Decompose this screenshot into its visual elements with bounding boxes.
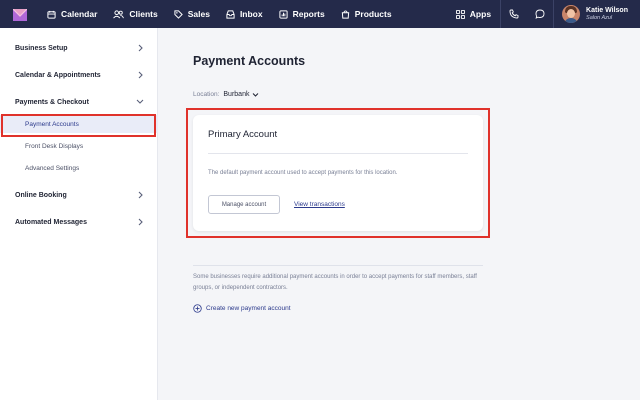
top-nav-bar: Calendar Clients Sales Inbox Reports Pro… [0, 0, 640, 28]
sidebar-group-label: Automated Messages [15, 218, 87, 226]
chevron-right-icon [138, 44, 143, 52]
nav-reports[interactable]: Reports [271, 0, 333, 28]
calendar-icon [47, 10, 56, 19]
nav-inbox[interactable]: Inbox [218, 0, 271, 28]
sidebar-group-label: Online Booking [15, 191, 67, 199]
sidebar-item-front-desk-displays[interactable]: Front Desk Displays [0, 137, 158, 155]
main-content: Payment Accounts Location: Burbank Prima… [159, 28, 640, 400]
sidebar-group-label: Calendar & Appointments [15, 71, 101, 79]
nav-clients[interactable]: Clients [105, 0, 165, 28]
avatar [562, 5, 581, 23]
sidebar-item-advanced-settings[interactable]: Advanced Settings [0, 159, 158, 177]
sidebar-group-payments-checkout[interactable]: Payments & Checkout [0, 94, 158, 110]
nav-calendar[interactable]: Calendar [39, 0, 105, 28]
bag-icon [341, 9, 349, 19]
sidebar-item-label: Advanced Settings [25, 164, 80, 172]
create-label: Create new payment account [206, 305, 291, 312]
location-label: Location: [193, 91, 220, 98]
nav-reports-label: Reports [292, 9, 325, 19]
phone-icon [509, 9, 519, 19]
location-dropdown[interactable]: Burbank [223, 91, 259, 98]
bar-chart-icon [279, 9, 288, 19]
sidebar-group-label: Payments & Checkout [15, 98, 89, 106]
sidebar-group-online-booking[interactable]: Online Booking [0, 187, 158, 203]
inbox-icon [226, 9, 235, 19]
nav-clients-label: Clients [129, 9, 158, 19]
additional-accounts-note: Some businesses require additional payme… [193, 274, 477, 291]
app-logo-icon[interactable] [12, 8, 28, 21]
sidebar-group-automated-messages[interactable]: Automated Messages [0, 214, 158, 230]
user-business: Salon Azul [586, 14, 613, 21]
location-selector: Location: Burbank [193, 91, 259, 98]
nav-calendar-label: Calendar [61, 9, 98, 19]
sidebar-group-label: Business Setup [15, 44, 68, 52]
page-title: Payment Accounts [193, 54, 306, 68]
primary-account-card: Primary Account The default payment acco… [193, 115, 483, 231]
manage-account-button[interactable]: Manage account [208, 195, 280, 214]
user-menu[interactable]: Katie Wilson Salon Azul [554, 0, 640, 28]
chevron-right-icon [138, 71, 143, 79]
view-transactions-link[interactable]: View transactions [294, 201, 345, 208]
users-icon [113, 9, 125, 18]
card-divider [208, 153, 468, 154]
sidebar-group-business-setup[interactable]: Business Setup [0, 40, 158, 56]
chevron-right-icon [138, 218, 143, 226]
sidebar-item-label: Front Desk Displays [25, 142, 84, 150]
chevron-down-icon [136, 99, 144, 104]
card-description: The default payment account used to acce… [208, 170, 398, 176]
sidebar-group-calendar-appointments[interactable]: Calendar & Appointments [0, 67, 158, 83]
user-name: Katie Wilson [586, 6, 628, 14]
phone-button[interactable] [501, 0, 527, 28]
grid-icon [455, 9, 465, 19]
sidebar-item-label: Payment Accounts [25, 120, 79, 128]
chevron-down-icon [253, 92, 259, 97]
apps-button[interactable]: Apps [450, 9, 500, 19]
apps-label: Apps [469, 9, 492, 19]
location-value: Burbank [223, 91, 250, 98]
create-payment-account-link[interactable]: Create new payment account [193, 304, 291, 313]
chat-button[interactable] [527, 0, 553, 28]
card-title: Primary Account [208, 129, 278, 140]
chevron-right-icon [138, 191, 143, 199]
nav-sales-label: Sales [187, 9, 210, 19]
plus-circle-icon [193, 304, 202, 313]
chat-bubble-icon [535, 9, 545, 19]
sidebar-item-payment-accounts[interactable]: Payment Accounts [0, 115, 158, 133]
nav-products-label: Products [354, 9, 392, 19]
nav-sales[interactable]: Sales [166, 0, 218, 28]
settings-sidebar: Business Setup Calendar & Appointments P… [0, 28, 158, 400]
tag-icon [174, 9, 183, 19]
nav-inbox-label: Inbox [239, 9, 263, 19]
section-divider [193, 265, 483, 266]
nav-products[interactable]: Products [333, 0, 400, 28]
